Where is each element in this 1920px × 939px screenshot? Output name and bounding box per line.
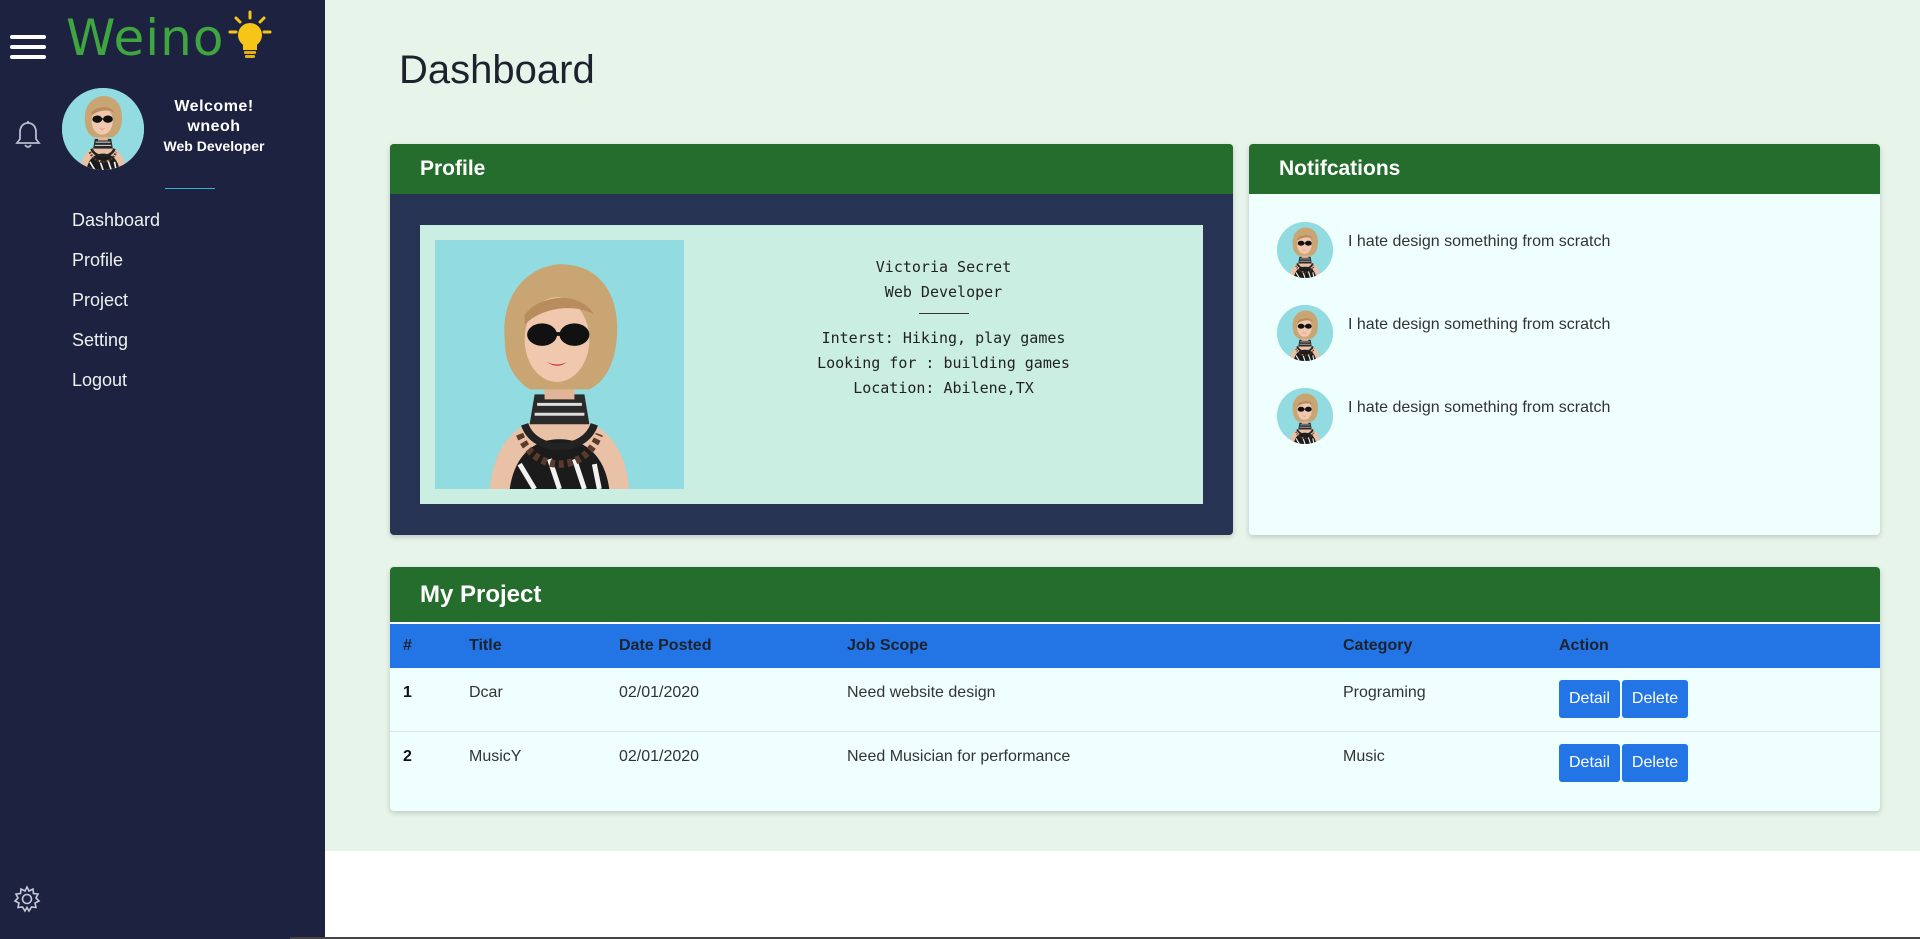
- sidebar-item-project[interactable]: Project: [72, 286, 160, 326]
- delete-button[interactable]: Delete: [1621, 680, 1689, 718]
- sidebar-item-profile[interactable]: Profile: [72, 246, 160, 286]
- column-header-number: #: [403, 637, 412, 654]
- page-title: Dashboard: [399, 48, 595, 92]
- sidebar-item-setting[interactable]: Setting: [72, 326, 160, 366]
- notifications-card: Notifcations I hate design something fro…: [1249, 144, 1880, 535]
- notification-avatar: [1277, 304, 1333, 361]
- row-category: Music: [1343, 747, 1385, 765]
- row-number: 2: [403, 747, 412, 765]
- row-date: 02/01/2020: [619, 684, 700, 701]
- profile-interest: Interst: Hiking, play games: [821, 329, 1066, 347]
- profile-looking-for: Looking for : building games: [817, 354, 1070, 372]
- notification-text: I hate design something from scratch: [1348, 232, 1611, 250]
- profile-role: Web Developer: [884, 283, 1003, 301]
- bell-icon[interactable]: [14, 120, 42, 150]
- sidebar-divider: [165, 188, 215, 189]
- my-project-card: My Project # Title Date Posted Job Scope…: [390, 567, 1880, 811]
- username: wneoh: [187, 118, 241, 135]
- notification-item[interactable]: I hate design something from scratch: [1277, 291, 1880, 374]
- column-header-title: Title: [469, 637, 502, 654]
- hamburger-menu-icon[interactable]: [10, 35, 46, 59]
- row-number: 1: [403, 684, 412, 701]
- my-project-card-header: My Project: [390, 567, 1880, 622]
- profile-name: Victoria Secret: [875, 258, 1012, 276]
- sidebar-nav: Dashboard Profile Project Setting Logout: [72, 206, 160, 406]
- notification-text: I hate design something from scratch: [1348, 398, 1611, 416]
- row-job-scope: Need Musician for performance: [847, 747, 1071, 765]
- sidebar-item-dashboard[interactable]: Dashboard: [72, 206, 160, 246]
- app-root: Weino Welcome! wneoh Web Developer Dashb…: [0, 0, 1920, 939]
- profile-info: Victoria Secret Web Developer Interst: H…: [684, 255, 1203, 401]
- row-job-scope: Need website design: [847, 684, 996, 701]
- user-welcome: Welcome! wneoh Web Developer: [150, 98, 278, 154]
- table-row: 2 MusicY 02/01/2020 Need Musician for pe…: [390, 731, 1880, 794]
- row-actions: Detail Delete: [1546, 668, 1880, 731]
- user-avatar[interactable]: [62, 88, 144, 170]
- column-header-date-posted: Date Posted: [619, 637, 712, 654]
- profile-card-header: Profile: [390, 144, 1233, 194]
- brand-name: Weino: [66, 9, 225, 67]
- welcome-text: Welcome!: [174, 98, 254, 115]
- detail-button[interactable]: Detail: [1559, 680, 1620, 718]
- profile-photo: [435, 240, 684, 489]
- project-table: # Title Date Posted Job Scope Category A…: [390, 622, 1880, 794]
- row-date: 02/01/2020: [619, 747, 700, 765]
- lightbulb-icon: [228, 10, 272, 58]
- row-actions: Detail Delete: [1546, 731, 1880, 794]
- profile-details: Victoria Secret Web Developer Interst: H…: [420, 225, 1203, 504]
- detail-button[interactable]: Detail: [1559, 743, 1620, 782]
- notification-avatar: [1277, 387, 1333, 444]
- table-header-row: # Title Date Posted Job Scope Category A…: [390, 623, 1880, 668]
- profile-card: Profile Victoria Secret Web Developer In…: [390, 144, 1233, 535]
- notifications-card-header: Notifcations: [1249, 144, 1880, 194]
- notification-item[interactable]: I hate design something from scratch: [1277, 208, 1880, 291]
- user-role: Web Developer: [163, 138, 265, 154]
- row-title: MusicY: [469, 747, 522, 765]
- sidebar: Weino Welcome! wneoh Web Developer Dashb…: [0, 0, 325, 939]
- notification-text: I hate design something from scratch: [1348, 315, 1611, 333]
- row-category: Programing: [1343, 684, 1426, 701]
- column-header-category: Category: [1343, 637, 1413, 654]
- sidebar-item-logout[interactable]: Logout: [72, 366, 160, 406]
- table-row: 1 Dcar 02/01/2020 Need website design Pr…: [390, 668, 1880, 731]
- row-title: Dcar: [469, 684, 503, 701]
- notification-item[interactable]: I hate design something from scratch: [1277, 374, 1880, 457]
- notification-avatar: [1277, 221, 1333, 278]
- profile-divider: [918, 313, 969, 314]
- column-header-action: Action: [1559, 637, 1609, 654]
- gear-icon[interactable]: [12, 884, 42, 914]
- notification-list: I hate design something from scratch I h…: [1249, 194, 1880, 457]
- brand-logo[interactable]: Weino: [66, 8, 274, 68]
- profile-location: Location: Abilene,TX: [853, 379, 1034, 397]
- column-header-job-scope: Job Scope: [847, 637, 928, 654]
- delete-button[interactable]: Delete: [1621, 743, 1689, 782]
- main-content: Dashboard Profile Victoria Secret Web De…: [325, 0, 1920, 851]
